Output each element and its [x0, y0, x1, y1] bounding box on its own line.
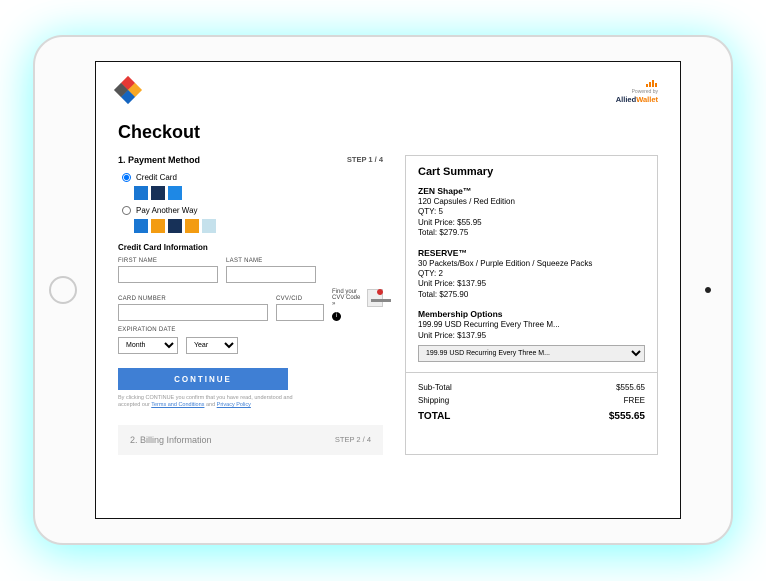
exp-year-select[interactable]: Year [186, 337, 238, 354]
cart-item: RESERVE™ 30 Packets/Box / Purple Edition… [418, 248, 645, 301]
page-title: Checkout [118, 122, 658, 143]
exp-month-select[interactable]: Month [118, 337, 178, 354]
pay-other-radio[interactable] [122, 206, 131, 215]
card-number-label: CARD NUMBER [118, 296, 268, 302]
cart-summary: Cart Summary ZEN Shape™ 120 Capsules / R… [405, 155, 658, 455]
last-name-input[interactable] [226, 266, 316, 283]
powered-by-brand: Powered by AlliedWallet [616, 80, 658, 104]
step-1-header: 1. Payment Method STEP 1 / 4 [118, 155, 383, 165]
credit-card-radio[interactable] [122, 173, 131, 182]
card-number-input[interactable] [118, 304, 268, 321]
cart-title: Cart Summary [418, 166, 645, 178]
membership-block: Membership Options 199.99 USD Recurring … [418, 309, 645, 362]
screen: Powered by AlliedWallet Checkout 1. Paym… [95, 61, 681, 519]
merchant-logo [118, 80, 138, 100]
cvv-input[interactable] [276, 304, 324, 321]
cc-info-heading: Credit Card Information [118, 243, 383, 252]
first-name-input[interactable] [118, 266, 218, 283]
other-pay-swatches [134, 219, 383, 233]
home-button[interactable] [49, 276, 77, 304]
cvv-label: CVV/CID [276, 296, 324, 302]
tablet-frame: Powered by AlliedWallet Checkout 1. Paym… [33, 35, 733, 545]
cart-item: ZEN Shape™ 120 Capsules / Red Edition QT… [418, 186, 645, 239]
subtotal-row: Sub-Total$555.65 [418, 383, 645, 392]
shipping-row: ShippingFREE [418, 396, 645, 405]
step-2-header: 2. Billing InformationSTEP 2 / 4 [118, 425, 383, 455]
cvv-help-link[interactable]: Find your CVV Code » [332, 289, 363, 307]
continue-button[interactable]: CONTINUE [118, 368, 288, 390]
first-name-label: FIRST NAME [118, 258, 218, 264]
card-icon [367, 289, 383, 307]
camera-dot [705, 287, 711, 293]
total-row: TOTAL$555.65 [418, 411, 645, 422]
pay-option-other[interactable]: Pay Another Way [122, 206, 383, 215]
last-name-label: LAST NAME [226, 258, 316, 264]
pay-option-credit-card[interactable]: Credit Card [122, 173, 383, 182]
privacy-link[interactable]: Privacy Policy [217, 402, 251, 408]
membership-select[interactable]: 199.99 USD Recurring Every Three M... [418, 345, 645, 362]
credit-card-swatches [134, 186, 383, 200]
exp-label: EXPIRATION DATE [118, 327, 383, 333]
info-icon[interactable]: i [332, 312, 341, 321]
terms-link[interactable]: Terms and Conditions [151, 402, 204, 408]
terms-text: By clicking CONTINUE you confirm that yo… [118, 395, 298, 409]
